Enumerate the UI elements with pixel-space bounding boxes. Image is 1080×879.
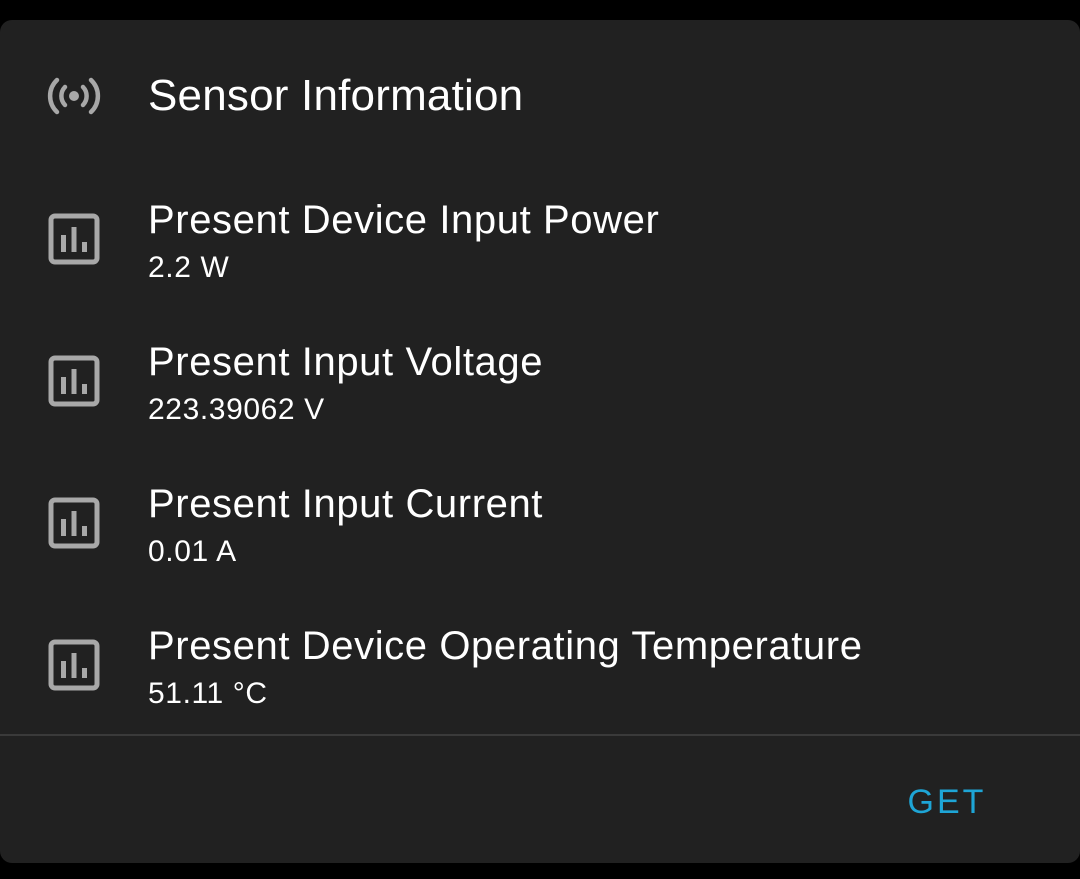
dialog-title: Sensor Information (148, 71, 524, 120)
sensor-value: 2.2 W (148, 251, 230, 284)
actions-divider (0, 734, 1080, 736)
sensor-title: Present Device Input Power (148, 198, 660, 242)
dialog-header: Sensor Information (0, 20, 1080, 172)
sensor-value: 51.11 °C (148, 677, 268, 710)
bar-chart-icon (48, 639, 100, 691)
sensor-info-dialog: Sensor Information Present Device Input … (0, 20, 1080, 863)
sensor-row-input-current: Present Input Current 0.01 A (0, 456, 1080, 598)
sensor-title: Present Input Current (148, 482, 544, 526)
bar-chart-icon (48, 497, 100, 549)
sensor-row-operating-temperature: Present Device Operating Temperature 51.… (0, 598, 1080, 740)
bar-chart-icon (48, 213, 100, 265)
sensor-value: 0.01 A (148, 535, 237, 568)
sensor-title: Present Input Voltage (148, 340, 544, 384)
broadcast-sensor-icon (46, 76, 102, 116)
sensor-list: Present Device Input Power 2.2 W Present… (0, 172, 1080, 740)
bar-chart-icon (48, 355, 100, 407)
get-button[interactable]: GET (888, 770, 1006, 834)
sensor-value: 223.39062 V (148, 393, 325, 426)
sensor-row-input-voltage: Present Input Voltage 223.39062 V (0, 314, 1080, 456)
sensor-row-input-power: Present Device Input Power 2.2 W (0, 172, 1080, 314)
sensor-title: Present Device Operating Temperature (148, 624, 863, 668)
